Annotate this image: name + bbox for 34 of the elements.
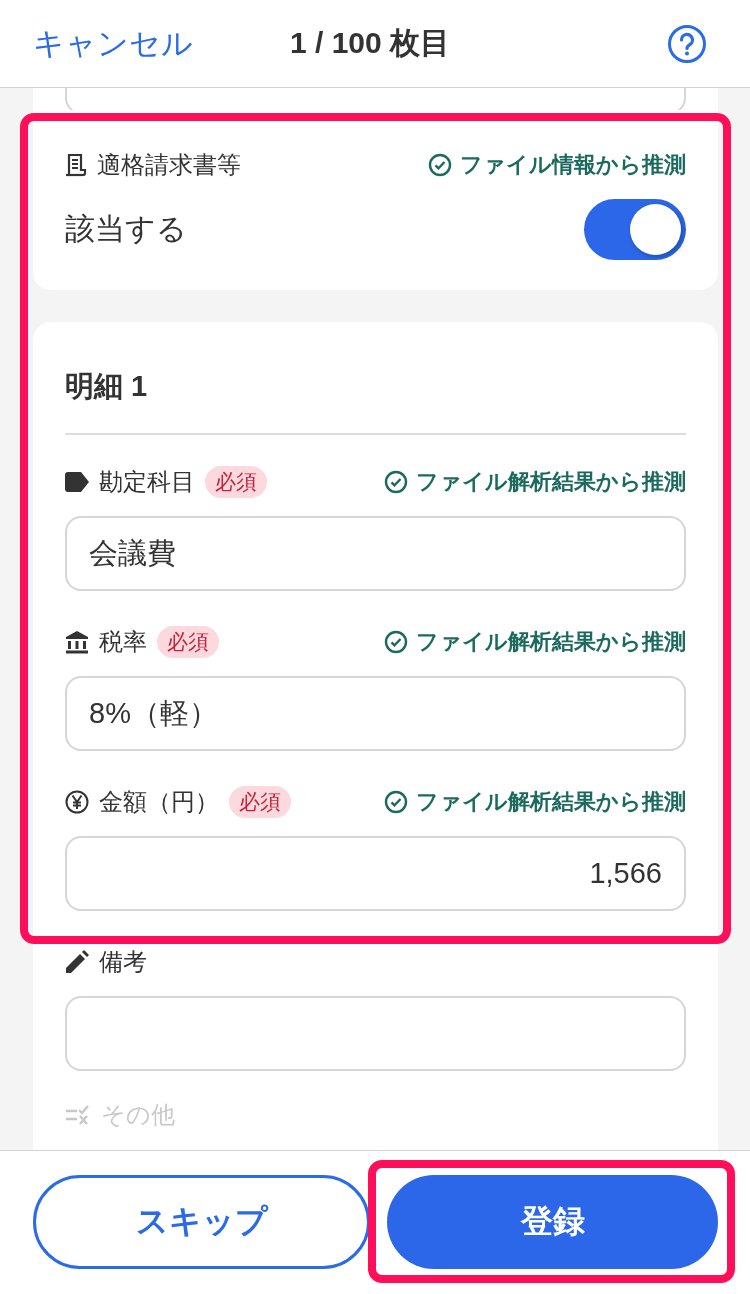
page-title: 1 / 100 枚目	[289, 25, 451, 61]
list-x-icon	[65, 1104, 91, 1126]
section-title: 明細 1	[65, 369, 149, 404]
field-label: 税率	[99, 627, 147, 657]
tag-icon	[65, 472, 89, 492]
field-label: 備考	[99, 947, 147, 977]
yen-icon	[65, 790, 89, 814]
hint-text: ファイル解析結果から推測	[416, 628, 686, 656]
required-badge: 必須	[229, 786, 291, 818]
required-badge: 必須	[157, 626, 219, 658]
hint-text: ファイル解析結果から推測	[416, 468, 686, 496]
input-field[interactable]	[65, 996, 686, 1071]
help-icon[interactable]	[667, 23, 707, 64]
input-field[interactable]: 1,566	[65, 836, 686, 911]
check-circle-icon	[428, 153, 452, 177]
toggle-label: 該当する	[65, 210, 187, 247]
pencil-icon	[65, 950, 89, 974]
cancel-link[interactable]: キャンセル	[33, 22, 193, 65]
field-label: 金額（円）	[99, 787, 219, 817]
bank-icon	[65, 630, 89, 654]
check-circle-icon	[384, 630, 408, 654]
input-field[interactable]: 会議費	[65, 516, 686, 591]
field-label: 適格請求書等	[97, 150, 241, 180]
receipt-icon	[65, 153, 87, 177]
field-label: 勘定科目	[99, 467, 195, 497]
input-field[interactable]: 8%（軽）	[65, 676, 686, 751]
check-circle-icon	[384, 790, 408, 814]
required-badge: 必須	[205, 466, 267, 498]
register-button[interactable]: 登録	[387, 1175, 718, 1269]
check-circle-icon	[384, 470, 408, 494]
toggle-switch[interactable]	[584, 198, 686, 260]
hint-text: ファイル解析結果から推測	[416, 788, 686, 816]
skip-button[interactable]: スキップ	[33, 1175, 370, 1269]
hint-text: ファイル情報から推測	[460, 151, 686, 179]
